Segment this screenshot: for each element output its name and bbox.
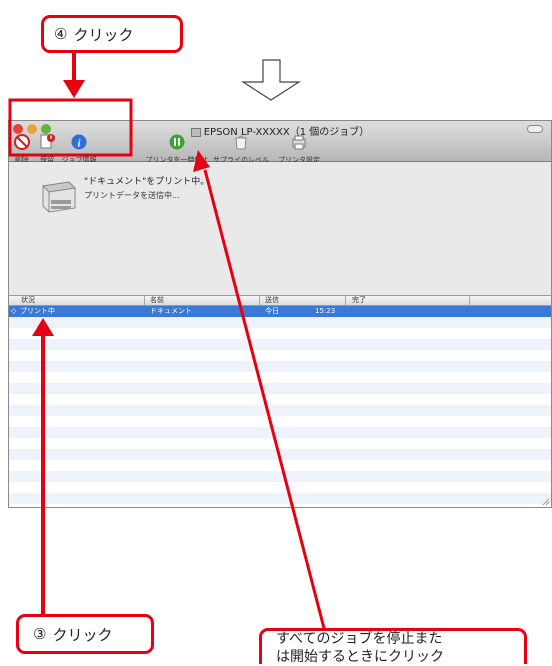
row-status-icon: ◇ [11, 307, 17, 315]
row-time: 15:23 [315, 307, 336, 315]
callout-step3: ③ クリック [16, 614, 154, 654]
delete-button[interactable]: 削除 [11, 134, 33, 165]
callout-step4: ④ クリック [41, 15, 183, 53]
print-queue-window: EPSON LP-XXXXX（1 個のジョブ） 削除 保留 i ジョブ情報 プリ… [8, 120, 552, 508]
printer-image [41, 181, 77, 213]
status-sub-text: プリントデータを送信中... [84, 191, 180, 200]
hold-icon [40, 134, 55, 149]
note-line2: は開始するときにクリック [276, 648, 444, 665]
pause-printer-button[interactable]: プリンタを一時停止 [145, 134, 209, 165]
header-done[interactable]: 完了 [352, 296, 366, 305]
table-row[interactable]: ◇ プリント中 ドキュメント 今日 15:23 [9, 306, 551, 317]
status-area: "ドキュメント"をプリント中。 プリントデータを送信中... [9, 162, 551, 295]
step3-label: クリック [52, 625, 113, 644]
row-name: ドキュメント [150, 307, 192, 315]
toolbar: EPSON LP-XXXXX（1 個のジョブ） 削除 保留 i ジョブ情報 プリ… [9, 121, 551, 165]
printer-setup-button[interactable]: プリンタ設定 [274, 134, 324, 165]
supply-icon [235, 135, 247, 150]
status-main-text: "ドキュメント"をプリント中。 [84, 177, 210, 187]
info-icon: i [71, 134, 87, 150]
step4-number: ④ [54, 25, 68, 43]
header-sent[interactable]: 送信 [265, 296, 279, 305]
supply-levels-button[interactable]: サプライのレベル [211, 134, 271, 165]
row-status: プリント中 [20, 307, 55, 315]
resize-grip-icon[interactable] [542, 498, 550, 506]
header-status[interactable]: 状況 [21, 296, 35, 305]
job-list [9, 306, 551, 507]
header-name[interactable]: 名前 [150, 296, 164, 305]
printer-setup-icon [292, 135, 306, 150]
table-header: 状況 名前 送信 完了 [9, 295, 551, 306]
job-info-button[interactable]: i ジョブ情報 [60, 134, 98, 165]
hold-button[interactable]: 保留 [36, 134, 58, 165]
step3-number: ③ [33, 625, 47, 643]
note-line1: すべてのジョブを停止また [276, 630, 443, 647]
row-sent: 今日 [265, 307, 279, 315]
delete-icon [14, 134, 30, 150]
step4-label: クリック [73, 25, 134, 44]
callout-note: すべてのジョブを停止また は開始するときにクリック [259, 628, 527, 665]
pause-icon [169, 134, 185, 150]
